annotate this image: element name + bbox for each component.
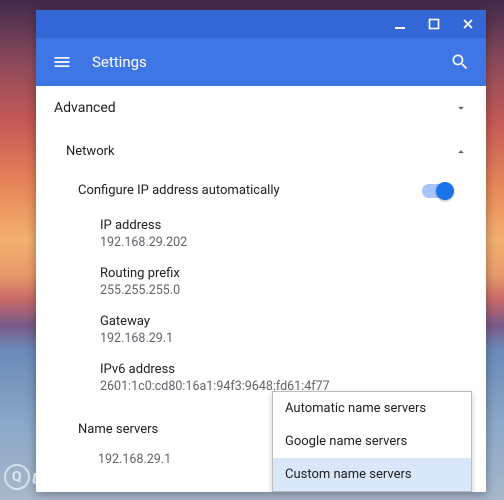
field-gateway: Gateway 192.168.29.1	[78, 308, 456, 356]
minimize-icon	[394, 18, 406, 30]
settings-window: Settings Advanced Network Configure IP a…	[36, 10, 486, 492]
page-title: Settings	[92, 53, 430, 71]
toggle-knob	[436, 182, 454, 200]
field-value: 192.168.29.202	[100, 235, 456, 250]
field-label: Routing prefix	[100, 266, 456, 281]
maximize-icon	[428, 18, 440, 30]
section-advanced[interactable]: Advanced	[36, 86, 486, 130]
dropdown-option-automatic[interactable]: Automatic name servers	[273, 392, 471, 425]
field-value: 255.255.255.0	[100, 283, 456, 298]
hamburger-icon[interactable]	[52, 52, 72, 72]
watermark-logo-icon: Q	[4, 464, 30, 490]
field-label: Gateway	[100, 314, 456, 329]
configure-ip-row: Configure IP address automatically	[78, 173, 456, 212]
dropdown-option-google[interactable]: Google name servers	[273, 425, 471, 458]
field-label: IP address	[100, 218, 456, 233]
section-label: Advanced	[54, 100, 116, 116]
content-area: Advanced Network Configure IP address au…	[36, 86, 486, 492]
search-icon[interactable]	[450, 52, 470, 72]
network-body: Configure IP address automatically IP ad…	[36, 173, 486, 404]
chevron-down-icon	[454, 101, 468, 115]
field-routing-prefix: Routing prefix 255.255.255.0	[78, 260, 456, 308]
maximize-button[interactable]	[422, 12, 446, 36]
close-button[interactable]	[456, 12, 480, 36]
name-servers-label: Name servers	[78, 422, 158, 437]
field-value: 192.168.29.1	[100, 331, 456, 346]
name-servers-dropdown: Automatic name servers Google name serve…	[272, 391, 472, 492]
window-titlebar	[36, 10, 486, 38]
close-icon	[462, 18, 474, 30]
section-label: Network	[66, 144, 115, 159]
chevron-up-icon	[454, 145, 468, 159]
configure-ip-toggle[interactable]	[422, 184, 452, 198]
field-ip-address: IP address 192.168.29.202	[78, 212, 456, 260]
app-bar: Settings	[36, 38, 486, 86]
configure-ip-label: Configure IP address automatically	[78, 183, 280, 198]
section-network[interactable]: Network	[36, 130, 486, 173]
field-label: IPv6 address	[100, 362, 456, 377]
dropdown-option-custom[interactable]: Custom name servers	[273, 458, 471, 491]
minimize-button[interactable]	[388, 12, 412, 36]
